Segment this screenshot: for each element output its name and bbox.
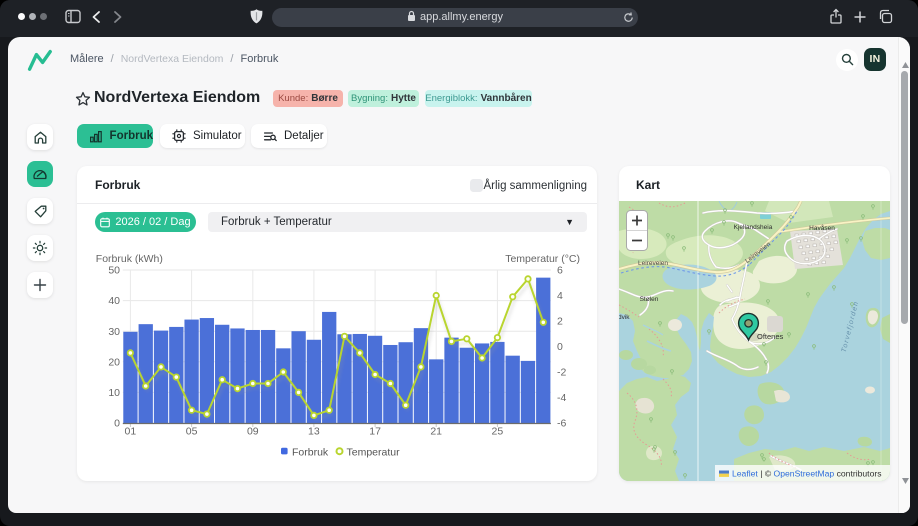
svg-text:20: 20 (108, 356, 120, 368)
svg-text:6: 6 (557, 265, 563, 277)
svg-text:dvik: dvik (619, 314, 630, 321)
svg-text:17: 17 (369, 426, 381, 438)
svg-text:30: 30 (108, 326, 120, 338)
svg-text:Forbruk (kWh): Forbruk (kWh) (96, 253, 163, 265)
svg-text:25: 25 (492, 426, 504, 438)
svg-text:09: 09 (247, 426, 259, 438)
svg-text:Forbruk: Forbruk (292, 446, 329, 458)
svg-text:-2: -2 (557, 367, 566, 379)
svg-text:4: 4 (557, 290, 563, 302)
svg-text:Temperatur (°C): Temperatur (°C) (505, 253, 580, 265)
svg-text:13: 13 (308, 426, 320, 438)
svg-text:0: 0 (114, 418, 120, 430)
svg-text:Havåsen: Havåsen (809, 224, 835, 232)
svg-text:01: 01 (125, 426, 137, 438)
svg-text:-4: -4 (557, 392, 566, 404)
svg-text:Stølen: Stølen (640, 296, 659, 303)
svg-text:-6: -6 (557, 418, 566, 430)
svg-text:10: 10 (108, 387, 120, 399)
svg-text:Temperatur: Temperatur (347, 446, 401, 458)
svg-text:50: 50 (108, 265, 120, 277)
svg-text:Leaflet | © OpenStreetMap cont: Leaflet | © OpenStreetMap contributors (732, 469, 882, 479)
svg-text:05: 05 (186, 426, 198, 438)
svg-text:0: 0 (557, 341, 563, 353)
svg-text:2: 2 (557, 316, 563, 328)
svg-text:Kjellandsheia: Kjellandsheia (734, 224, 773, 231)
svg-text:21: 21 (430, 426, 442, 438)
svg-text:Leireveien: Leireveien (638, 260, 668, 267)
svg-text:40: 40 (108, 295, 120, 307)
